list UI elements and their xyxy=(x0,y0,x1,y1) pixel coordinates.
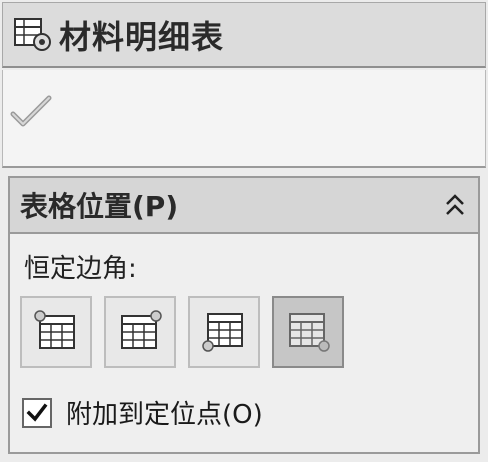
table-anchor-top-right-icon xyxy=(121,310,162,349)
anchor-bottom-right-button[interactable] xyxy=(272,296,344,368)
anchor-top-right-button[interactable] xyxy=(104,296,176,368)
anchor-corner-label: 恒定边角: xyxy=(24,254,137,284)
anchor-top-left-button[interactable] xyxy=(20,296,92,368)
checkbox-check-icon xyxy=(26,403,48,422)
attach-to-anchor-label[interactable]: 附加到定位点(O) xyxy=(66,394,263,431)
table-position-group: 表格位置(P) 恒定边角: 附加到定位点(O) xyxy=(8,176,480,454)
table-anchor-bottom-left-icon xyxy=(202,313,243,352)
attach-to-anchor-row: 附加到定位点(O) xyxy=(22,394,263,431)
confirm-area xyxy=(2,70,486,168)
panel-title-bar: 材料明细表 xyxy=(2,2,486,68)
attach-to-anchor-checkbox[interactable] xyxy=(22,397,52,428)
group-header[interactable]: 表格位置(P) xyxy=(10,178,478,234)
group-title: 表格位置(P) xyxy=(20,190,179,223)
double-chevron-up-icon[interactable] xyxy=(440,190,470,220)
table-anchor-bottom-right-icon xyxy=(289,313,330,352)
anchor-button-row xyxy=(20,296,344,368)
bom-table-icon xyxy=(14,17,51,51)
anchor-bottom-left-button[interactable] xyxy=(188,296,260,368)
checkmark-icon[interactable] xyxy=(9,92,53,132)
table-anchor-top-left-icon xyxy=(34,310,75,349)
panel-title: 材料明细表 xyxy=(59,17,225,56)
property-manager-panel: 材料明细表 表格位置(P) 恒定边角: 附加到定位点(O) xyxy=(0,0,488,462)
